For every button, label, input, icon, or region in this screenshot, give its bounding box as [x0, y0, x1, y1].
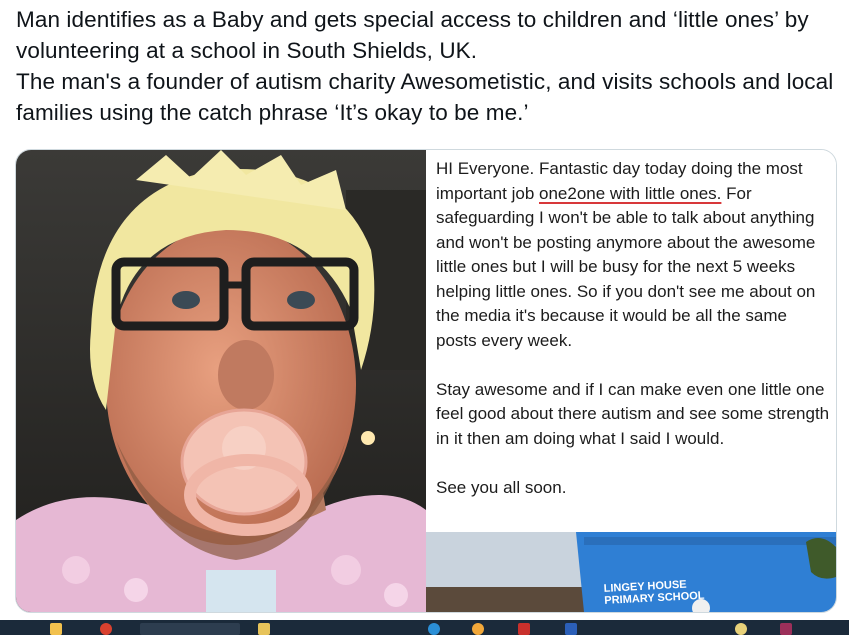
school-photo: LINGEY HOUSE PRIMARY SCHOOL [426, 532, 836, 612]
edge-icon[interactable] [428, 623, 440, 635]
app-icon-2[interactable] [472, 623, 484, 635]
window-icon[interactable] [50, 623, 62, 635]
post-paragraph-1: HI Everyone. Fantastic day today doing t… [436, 157, 831, 353]
chrome-icon[interactable] [100, 623, 112, 635]
app-icon-3[interactable] [735, 623, 747, 635]
app-icon[interactable] [140, 623, 240, 635]
screenshot-post: HI Everyone. Fantastic day today doing t… [426, 150, 836, 612]
media-card[interactable]: HI Everyone. Fantastic day today doing t… [15, 149, 837, 613]
post-paragraph-3: See you all soon. [436, 477, 567, 497]
selfie-illustration [16, 150, 426, 612]
post-text-after: For safeguarding I won't be able to talk… [436, 183, 816, 350]
tweet-paragraph-1: Man identifies as a Baby and gets specia… [16, 7, 809, 63]
tweet-paragraph-2: The man's a founder of autism charity Aw… [16, 69, 834, 125]
post-text: HI Everyone. Fantastic day today doing t… [436, 157, 831, 525]
pdf-icon[interactable] [518, 623, 530, 635]
taskbar [0, 620, 849, 635]
underlined-phrase: one2one with little ones. [539, 183, 722, 203]
tweet-text: Man identifies as a Baby and gets specia… [16, 4, 836, 128]
app-icon-4[interactable] [780, 623, 792, 635]
folder-icon[interactable] [258, 623, 270, 635]
selfie-photo[interactable] [16, 150, 426, 612]
post-paragraph-2: Stay awesome and if I can make even one … [436, 379, 830, 448]
word-icon[interactable] [565, 623, 577, 635]
